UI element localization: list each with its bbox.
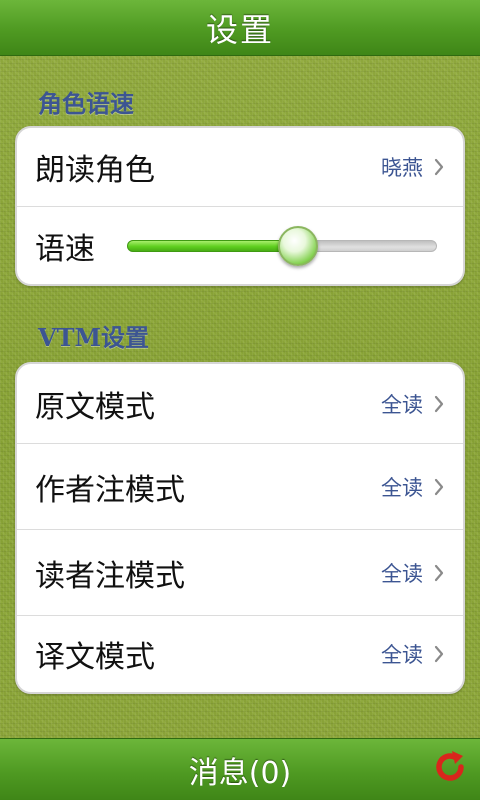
messages-button[interactable]: 消息(0) [189,748,292,792]
setting-label: 原文模式 [35,389,155,425]
setting-label: 读者注模式 [35,558,185,594]
page-title: 设置 [205,10,274,49]
setting-value: 晓燕 [381,156,423,180]
bottom-bar: 消息(0) [0,738,480,800]
role-speed-card: 朗读角色 晓燕 语速 [15,126,465,286]
refresh-button[interactable] [428,747,472,791]
setting-row-original-mode[interactable]: 原文模式 全读 [17,364,463,443]
title-bar: 设置 [0,0,480,56]
setting-row-reading-role[interactable]: 朗读角色 晓燕 [17,128,463,206]
setting-row-author-note-mode[interactable]: 作者注模式 全读 [17,443,463,529]
setting-value: 全读 [381,475,423,500]
setting-row-translation-mode[interactable]: 译文模式 全读 [17,615,463,692]
setting-value: 全读 [381,561,423,586]
chevron-right-icon [433,563,445,583]
vtm-settings-card: 原文模式 全读 作者注模式 全读 读者注模式 全读 译文模式 全读 [15,362,465,694]
setting-label: 译文模式 [35,640,155,675]
slider-fill [127,240,298,252]
setting-label: 作者注模式 [35,472,185,508]
speech-speed-slider[interactable] [127,207,437,284]
setting-value: 全读 [381,392,423,417]
chevron-right-icon [433,644,445,664]
chevron-right-icon [433,394,445,414]
slider-thumb[interactable] [277,226,318,266]
refresh-icon [430,747,470,791]
chevron-right-icon [433,157,445,177]
section-label-role-speed: 角色语速 [38,89,134,118]
setting-row-speech-speed: 语速 [17,206,463,284]
setting-row-reader-note-mode[interactable]: 读者注模式 全读 [17,529,463,615]
chevron-right-icon [433,477,445,497]
setting-value: 全读 [381,643,423,667]
section-label-vtm-settings: VTM设置 [38,323,150,352]
setting-label: 朗读角色 [35,153,155,188]
